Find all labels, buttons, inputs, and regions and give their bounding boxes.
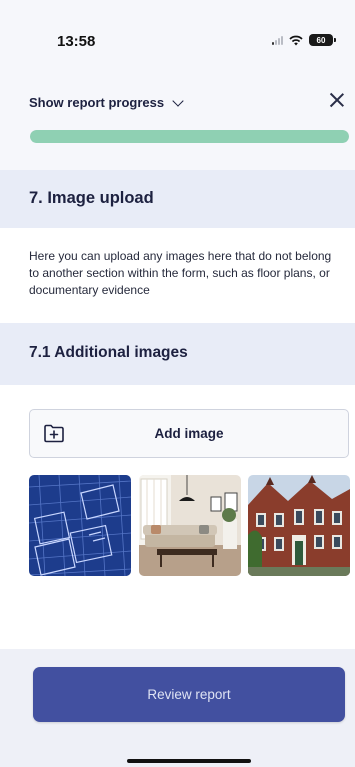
show-progress-toggle[interactable]: Show report progress: [29, 94, 184, 110]
close-icon[interactable]: [329, 92, 345, 108]
add-image-button[interactable]: Add image: [29, 409, 349, 458]
subsection-header: 7.1 Additional images: [0, 323, 355, 385]
image-thumbnail-living-room[interactable]: [139, 475, 241, 576]
battery-level: 60: [316, 35, 326, 45]
chevron-down-icon: [172, 94, 184, 107]
battery-icon: 60: [309, 34, 336, 46]
progress-bar-fill: [30, 130, 349, 143]
image-thumbnail-brick-house[interactable]: [248, 475, 350, 576]
home-indicator: [127, 759, 251, 763]
status-icons: 60: [272, 34, 336, 46]
progress-header: Show report progress: [0, 78, 355, 170]
section-description: Here you can upload any images here that…: [29, 249, 332, 297]
image-thumbnail-floor-plan[interactable]: [29, 475, 131, 576]
footer: Review report: [0, 649, 355, 767]
review-report-button[interactable]: Review report: [33, 667, 345, 722]
section-header: 7. Image upload: [0, 170, 355, 228]
cellular-signal-icon: [272, 35, 283, 45]
subsection-title: 7.1 Additional images: [29, 344, 188, 361]
image-upload-content: Add image: [0, 385, 355, 649]
wifi-icon: [289, 35, 303, 45]
section-description-area: Here you can upload any images here that…: [0, 228, 355, 323]
status-time: 13:58: [57, 33, 96, 50]
image-thumbnails: [29, 475, 350, 577]
progress-bar: [30, 130, 349, 143]
show-progress-label: Show report progress: [29, 95, 165, 110]
status-bar: 13:58 60: [0, 0, 355, 78]
add-image-label: Add image: [154, 426, 224, 441]
section-title: 7. Image upload: [29, 189, 154, 207]
app-screen: 13:58 60 Show report progress 7. Image u…: [0, 0, 355, 767]
